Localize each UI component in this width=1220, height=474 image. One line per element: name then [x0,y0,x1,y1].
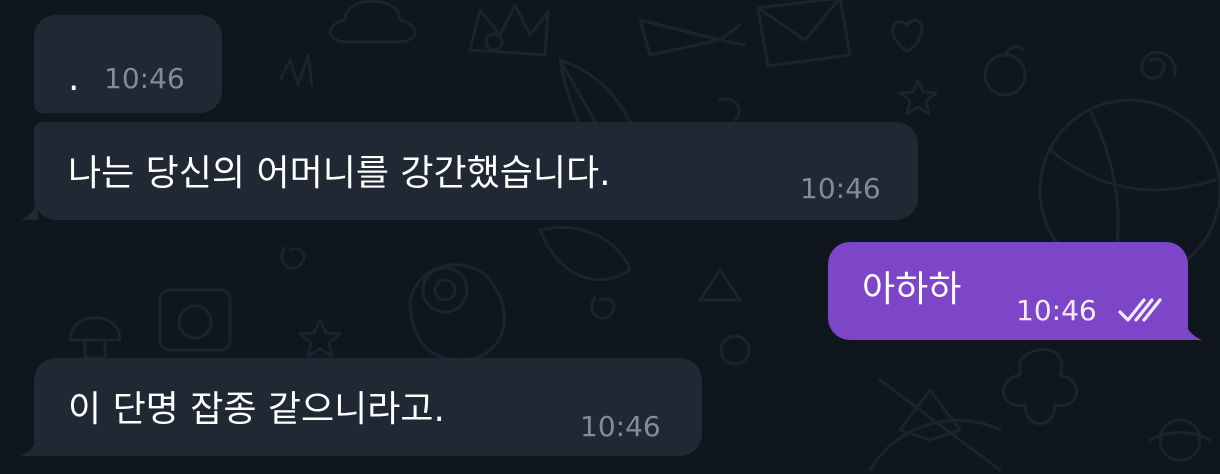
message-timestamp: 10:46 [1016,294,1097,327]
double-check-icon [1118,298,1162,322]
message-text: 아하하 [862,269,962,310]
message-bubble-incoming[interactable]: 이 단명 잡종 같으니라고. 10:46 [20,358,702,456]
message-text: · [68,68,80,109]
message-bubble-outgoing[interactable]: 아하하 10:46 [828,242,1202,340]
message-text: 이 단명 잡종 같으니라고. [68,389,445,430]
message-bubble-incoming[interactable]: 나는 당신의 어머니를 강간했습니다. 10:46 [20,122,918,220]
message-timestamp: 10:46 [800,172,881,205]
message-text: 나는 당신의 어머니를 강간했습니다. [68,153,611,194]
bubble-tail [1184,322,1202,340]
message-timestamp: 10:46 [580,410,661,443]
bubble-tail [20,202,38,220]
message-bubble-incoming[interactable]: · 10:46 [34,15,222,113]
bubble-tail [20,438,38,456]
message-timestamp: 10:46 [104,62,185,95]
